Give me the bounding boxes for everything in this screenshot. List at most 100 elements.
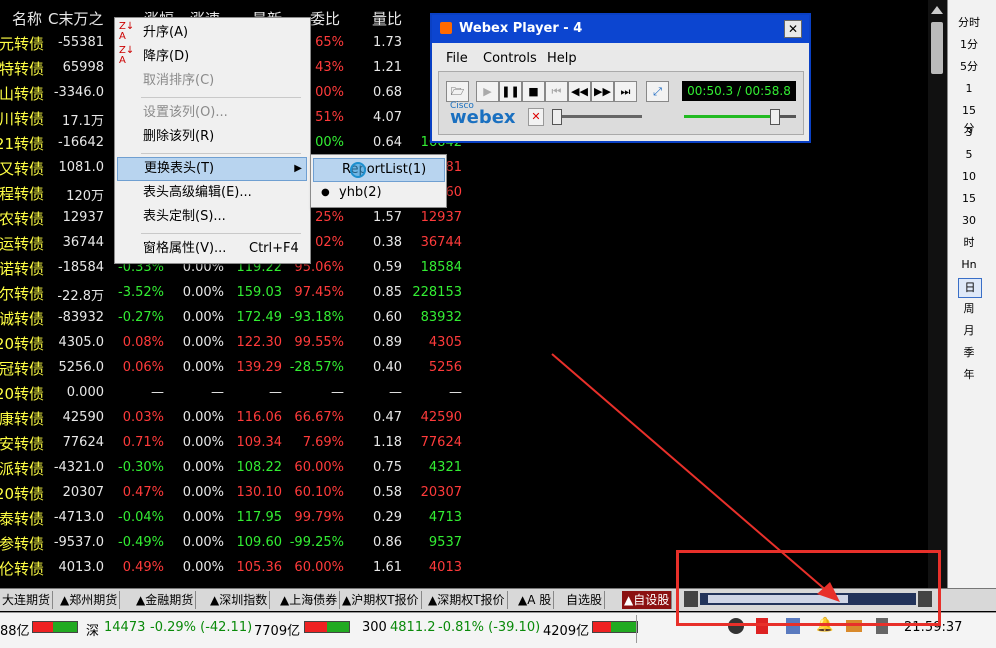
cell-spd: 0.00%: [182, 360, 224, 375]
menu-cancel-sort[interactable]: 取消排序(C): [115, 70, 308, 92]
submenu-yhb[interactable]: ● yhb(2): [311, 182, 444, 204]
webex-title-bar[interactable]: Webex Player - 4 ✕: [432, 15, 809, 43]
table-row[interactable]: 洛尔转债 -22.8万 -3.52% 0.00% 159.03 97.45% 0.85 228…: [0, 281, 928, 306]
period-button[interactable]: 1: [958, 80, 980, 98]
rewind-icon[interactable]: ◀◀: [568, 81, 591, 102]
bond-name: 人参转债: [0, 535, 44, 553]
stop-icon[interactable]: ■: [522, 81, 545, 102]
period-button[interactable]: 月: [958, 322, 980, 340]
fullscreen-icon[interactable]: ⤢: [646, 81, 669, 102]
market-tab[interactable]: ▲深期权T报价: [426, 591, 508, 609]
header-bid-ratio[interactable]: 委比: [310, 8, 340, 28]
market-tab[interactable]: ▲郑州期货: [58, 591, 121, 609]
cell-c: -3346.0: [53, 85, 104, 100]
market-tab[interactable]: 大连期货: [0, 591, 54, 609]
cell-last: 172.49: [236, 310, 283, 325]
mute-icon[interactable]: ✕: [528, 108, 544, 126]
market-tab[interactable]: ▲深圳指数: [208, 591, 271, 609]
cell-cur: 42590: [420, 410, 462, 425]
status-bar-gauge-1: [32, 621, 78, 633]
period-button[interactable]: 10: [958, 168, 980, 186]
menu-separator: [141, 233, 301, 234]
cell-vr: 1.18: [373, 435, 402, 450]
close-icon[interactable]: ✕: [784, 20, 802, 38]
cell-vr: 0.68: [373, 85, 402, 100]
fast-forward-icon[interactable]: ▶▶: [591, 81, 614, 102]
bond-name: 孚20转债: [0, 485, 44, 503]
pause-icon[interactable]: ❚❚: [499, 81, 522, 102]
header-volume-ratio[interactable]: 量比: [372, 8, 402, 28]
period-button[interactable]: 周: [958, 300, 980, 318]
cell-last: 105.36: [236, 560, 283, 575]
period-button[interactable]: 年: [958, 366, 980, 384]
cell-c: 20307: [62, 485, 104, 500]
menu-pane-properties[interactable]: 窗格属性(V)... Ctrl+F4: [115, 238, 308, 260]
period-button[interactable]: 季: [958, 344, 980, 362]
market-tab[interactable]: ▲上海债券: [278, 591, 341, 609]
cell-spd: 0.00%: [182, 560, 224, 575]
skip-start-icon[interactable]: ⏮: [545, 81, 568, 102]
period-button[interactable]: Hn: [958, 256, 980, 274]
cell-cur: 4305: [428, 335, 462, 350]
volume-thumb[interactable]: [552, 109, 562, 125]
cell-ratio: 7.69%: [302, 435, 344, 450]
cell-cur: 4713: [428, 510, 462, 525]
period-button[interactable]: 1分: [958, 36, 980, 54]
period-button[interactable]: 分时: [958, 14, 980, 32]
playback-progress-bar[interactable]: [684, 109, 796, 125]
period-button[interactable]: 15分: [958, 102, 980, 135]
cell-c: -4321.0: [53, 460, 104, 475]
bond-name: 嘉元转债: [0, 35, 44, 53]
menu-header-custom[interactable]: 表头定制(S)...: [115, 206, 308, 228]
scroll-thumb[interactable]: [931, 22, 943, 74]
menu-advanced-header-edit[interactable]: 表头高级编辑(E)...: [115, 182, 308, 204]
cell-ratio: -93.18%: [289, 310, 344, 325]
vertical-scrollbar[interactable]: [928, 0, 947, 588]
menu-sort-descending[interactable]: Z↓ A 降序(D): [115, 46, 308, 68]
period-button[interactable]: 5分: [958, 58, 980, 76]
menu-help[interactable]: Help: [547, 51, 577, 66]
cell-cur: 83932: [420, 310, 462, 325]
header-name[interactable]: 名称: [12, 8, 42, 28]
bond-name: 江山转债: [0, 85, 44, 103]
header-c[interactable]: C末万之: [48, 8, 103, 28]
open-folder-icon[interactable]: 🗁: [446, 81, 469, 102]
cell-cur: 18584: [420, 260, 462, 275]
radio-checked-icon: ●: [321, 187, 330, 198]
volume-slider[interactable]: [552, 109, 642, 125]
period-button[interactable]: 3: [958, 124, 980, 142]
shen-amount: 7709亿: [254, 624, 301, 639]
period-button[interactable]: 日: [958, 278, 982, 298]
menu-sort-ascending[interactable]: Z↓ A 升序(A): [115, 22, 308, 44]
menu-file[interactable]: File: [446, 51, 468, 66]
cell-vr: 0.40: [373, 360, 402, 375]
period-button[interactable]: 30: [958, 212, 980, 230]
submenu-reportlist[interactable]: ReportList(1): [313, 158, 445, 182]
bond-name: 上运转债: [0, 235, 44, 253]
playback-thumb[interactable]: [769, 109, 780, 125]
cell-spd: 0.00%: [182, 510, 224, 525]
menu-set-column[interactable]: 设置该列(O)...: [115, 102, 308, 124]
period-button[interactable]: 15: [958, 190, 980, 208]
bond-name: 盛20转债: [0, 335, 44, 353]
market-tab[interactable]: ▲沪期权T报价: [340, 591, 422, 609]
cell-vr: 0.58: [373, 485, 402, 500]
menu-controls[interactable]: Controls: [483, 51, 537, 66]
scroll-up-icon[interactable]: [931, 6, 943, 14]
cell-last: 116.06: [236, 410, 283, 425]
cell-ratio: 60.00%: [294, 560, 344, 575]
market-tab[interactable]: ▲金融期货: [134, 591, 197, 609]
skip-end-icon[interactable]: ⏭: [614, 81, 637, 102]
period-button[interactable]: 5: [958, 146, 980, 164]
period-button[interactable]: 时: [958, 234, 980, 252]
play-icon[interactable]: ▶: [476, 81, 499, 102]
header-submenu: ReportList(1) ● yhb(2): [310, 154, 447, 208]
menu-change-header[interactable]: 更换表头(T) ▶: [117, 157, 307, 181]
cell-c: -22.8万: [57, 289, 104, 304]
cell-vr: 4.07: [373, 110, 402, 125]
cell-c: 36744: [62, 235, 104, 250]
bond-name: 昆康转债: [0, 410, 44, 428]
table-row[interactable]: 金诚转债 -83932 -0.27% 0.00% 172.49 -93.18% 0.60 83…: [0, 306, 928, 331]
menu-delete-column[interactable]: 删除该列(R): [115, 126, 308, 148]
bond-name: 美诺转债: [0, 260, 44, 278]
